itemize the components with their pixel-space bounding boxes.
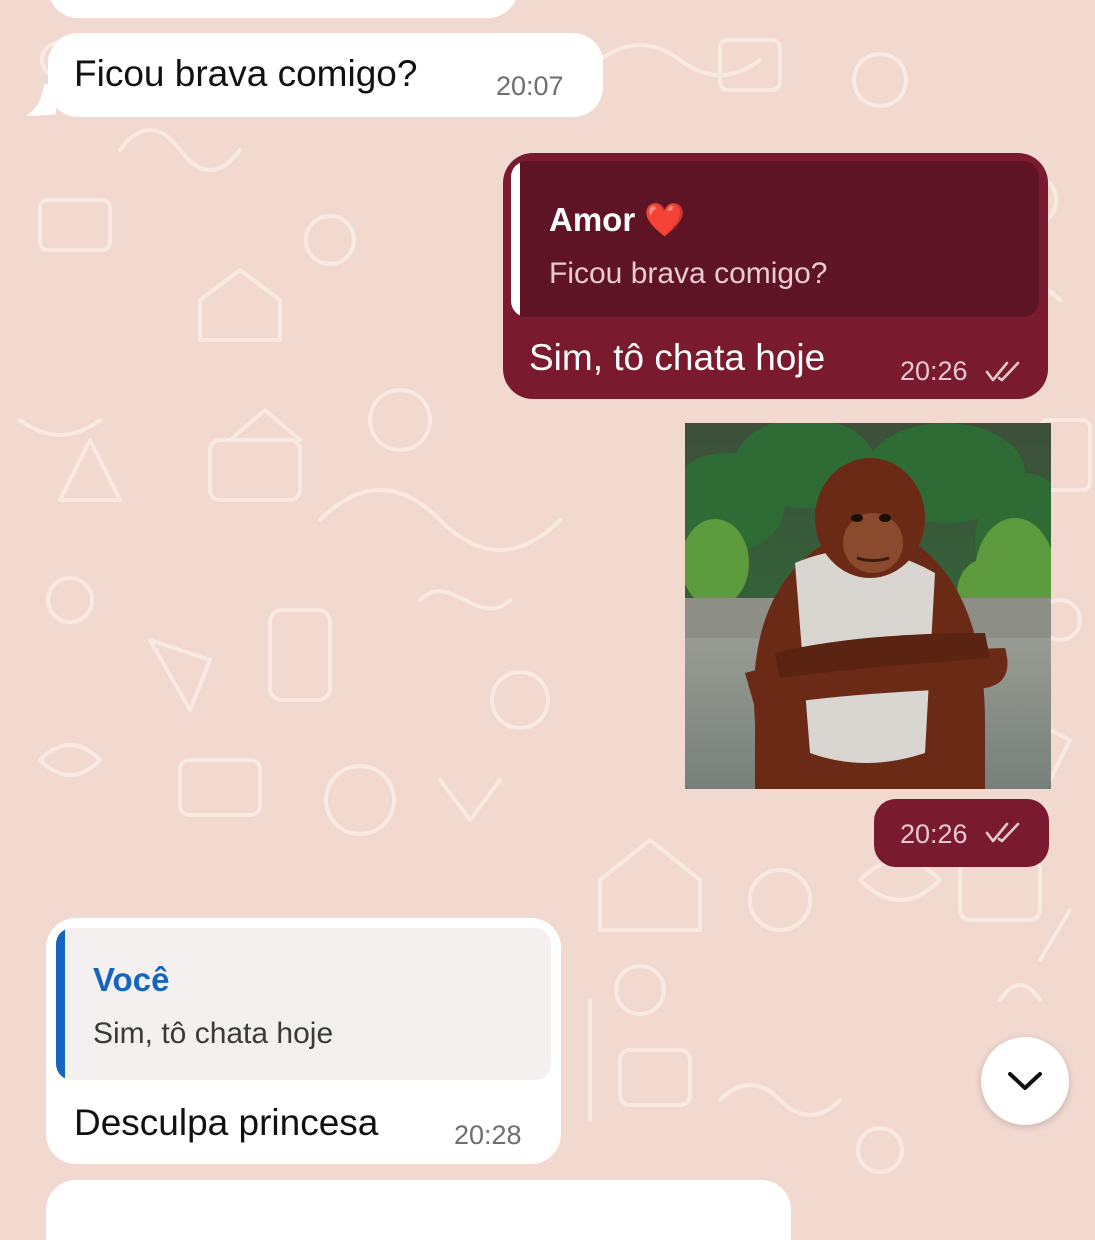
- previous-message-bubble[interactable]: [48, 0, 518, 18]
- incoming-message-bubble[interactable]: Ficou brava comigo? 20:07: [48, 33, 603, 117]
- quote-text: Ficou brava comigo?: [549, 257, 828, 290]
- message-text: Ficou brava comigo?: [74, 53, 418, 94]
- orangutan-photo: [685, 423, 1051, 789]
- double-check-icon: [985, 822, 1020, 843]
- image-message[interactable]: [685, 423, 1051, 789]
- image-timestamp-pill: 20:26: [874, 799, 1049, 867]
- message-text: Sim, tô chata hoje: [529, 337, 826, 378]
- quote-accent-bar: [56, 928, 65, 1080]
- outgoing-reply-bubble[interactable]: Amor ❤️ Ficou brava comigo? Sim, tô chat…: [503, 153, 1048, 399]
- quote-sender-name: Amor ❤️: [549, 201, 686, 238]
- quoted-message[interactable]: Amor ❤️ Ficou brava comigo?: [511, 161, 1039, 317]
- message-time: 20:28: [454, 1120, 522, 1150]
- next-message-bubble[interactable]: [46, 1180, 791, 1240]
- message-time: 20:07: [496, 71, 564, 101]
- quote-accent-bar: [511, 161, 520, 317]
- message-time: 20:26: [900, 356, 968, 386]
- quote-text: Sim, tô chata hoje: [93, 1017, 334, 1050]
- quoted-message[interactable]: Você Sim, tô chata hoje: [56, 928, 551, 1080]
- chevron-down-icon: [1008, 1072, 1042, 1090]
- scroll-to-bottom-button[interactable]: [981, 1037, 1069, 1125]
- double-check-icon: [985, 361, 1020, 382]
- quote-sender-name: Você: [93, 961, 170, 998]
- message-time: 20:26: [900, 819, 968, 849]
- incoming-reply-bubble[interactable]: Você Sim, tô chata hoje Desculpa princes…: [46, 918, 561, 1164]
- message-text: Desculpa princesa: [74, 1102, 379, 1143]
